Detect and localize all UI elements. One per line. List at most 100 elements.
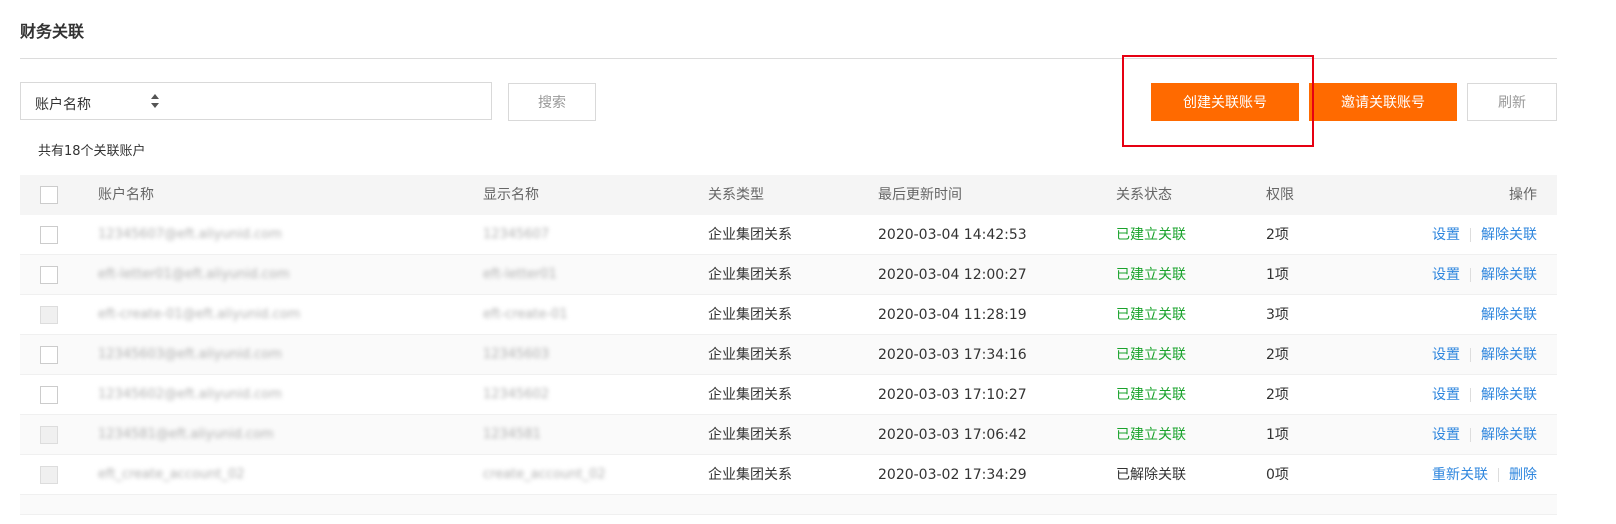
row-op-secondary-link[interactable]: 解除关联 <box>1481 307 1537 323</box>
row-op-primary-link[interactable]: 重新关联 <box>1432 467 1488 483</box>
row-checkbox[interactable] <box>40 346 58 364</box>
permission-cell: 1项 <box>1266 427 1289 443</box>
row-op-secondary-link[interactable]: 解除关联 <box>1481 267 1537 283</box>
op-separator <box>1470 268 1471 282</box>
relation-status-cell: 已建立关联 <box>1116 427 1186 443</box>
select-label: 账户名称 <box>35 97 91 113</box>
display-name-cell: 12345602 <box>483 387 550 402</box>
display-name-cell: create_account_02 <box>483 467 606 482</box>
operations-cell: 设置 解除关联 <box>1432 335 1537 375</box>
sort-arrows-icon <box>151 94 159 108</box>
relation-status-cell: 已建立关联 <box>1116 267 1186 283</box>
updated-time-cell: 2020-03-03 17:10:27 <box>878 387 1027 403</box>
permission-cell: 3项 <box>1266 307 1289 323</box>
column-header: 最后更新时间 <box>878 187 962 203</box>
op-separator <box>1470 348 1471 362</box>
operations-cell: 设置 解除关联 <box>1432 375 1537 415</box>
row-checkbox[interactable] <box>40 226 58 244</box>
permission-cell: 2项 <box>1266 387 1289 403</box>
row-op-primary-link[interactable]: 设置 <box>1432 387 1460 403</box>
table-row-partial <box>20 495 1557 515</box>
permission-cell: 0项 <box>1266 467 1289 483</box>
permission-cell: 2项 <box>1266 347 1289 363</box>
op-separator <box>1470 388 1471 402</box>
title-divider <box>20 58 1557 59</box>
display-name-cell: 12345607 <box>483 227 550 242</box>
row-checkbox[interactable] <box>40 266 58 284</box>
relation-status-cell: 已建立关联 <box>1116 387 1186 403</box>
table-row: 12345607@eft.aliyunid.com 12345607 企业集团关系 2… <box>20 215 1557 255</box>
operations-cell: 解除关联 <box>1481 295 1537 335</box>
table-row: eft-create-01@eft.aliyunid.com eft-create… <box>20 295 1557 335</box>
row-op-secondary-link[interactable]: 删除 <box>1509 467 1537 483</box>
column-header: 显示名称 <box>483 187 539 203</box>
table-row: eft-letter01@eft.aliyunid.com eft-letter0… <box>20 255 1557 295</box>
display-name-cell: eft-create-01 <box>483 307 568 322</box>
create-linked-account-button[interactable]: 创建关联账号 <box>1151 83 1299 121</box>
updated-time-cell: 2020-03-04 11:28:19 <box>878 307 1027 323</box>
op-separator <box>1498 468 1499 482</box>
column-header: 账户名称 <box>98 187 154 203</box>
search-button[interactable]: 搜索 <box>508 83 596 121</box>
row-checkbox[interactable] <box>40 466 58 484</box>
refresh-button[interactable]: 刷新 <box>1467 83 1557 121</box>
relation-type-cell: 企业集团关系 <box>708 467 792 483</box>
updated-time-cell: 2020-03-03 17:06:42 <box>878 427 1027 443</box>
invite-linked-account-button[interactable]: 邀请关联账号 <box>1309 83 1457 121</box>
row-checkbox[interactable] <box>40 306 58 324</box>
table-row: 1234581@eft.aliyunid.com 1234581 企业集团关系 202… <box>20 415 1557 455</box>
updated-time-cell: 2020-03-04 14:42:53 <box>878 227 1027 243</box>
op-separator <box>1470 428 1471 442</box>
operations-cell: 设置 解除关联 <box>1432 215 1537 255</box>
relation-type-cell: 企业集团关系 <box>708 427 792 443</box>
relation-type-cell: 企业集团关系 <box>708 267 792 283</box>
updated-time-cell: 2020-03-04 12:00:27 <box>878 267 1027 283</box>
operations-cell: 设置 解除关联 <box>1432 415 1537 455</box>
account-name-cell: 12345607@eft.aliyunid.com <box>98 227 282 242</box>
relation-type-cell: 企业集团关系 <box>708 307 792 323</box>
column-header: 操作 <box>1509 187 1537 203</box>
row-op-primary-link[interactable]: 设置 <box>1432 267 1460 283</box>
row-op-secondary-link[interactable]: 解除关联 <box>1481 347 1537 363</box>
op-separator <box>1470 228 1471 242</box>
row-checkbox[interactable] <box>40 386 58 404</box>
table-body: 12345607@eft.aliyunid.com 12345607 企业集团关系 2… <box>20 215 1557 515</box>
relation-status-cell: 已建立关联 <box>1116 347 1186 363</box>
linked-accounts-table: 账户名称 显示名称 关系类型 最后更新时间 关系状态 权限 操作 1234560… <box>20 175 1557 515</box>
updated-time-cell: 2020-03-03 17:34:16 <box>878 347 1027 363</box>
account-name-select[interactable]: 账户名称 <box>20 82 492 120</box>
column-header: 权限 <box>1266 187 1294 203</box>
account-name-cell: eft_create_account_02 <box>98 467 245 482</box>
operations-cell: 重新关联 删除 <box>1432 455 1537 495</box>
row-op-secondary-link[interactable]: 解除关联 <box>1481 227 1537 243</box>
row-checkbox[interactable] <box>40 426 58 444</box>
row-op-secondary-link[interactable]: 解除关联 <box>1481 387 1537 403</box>
row-op-secondary-link[interactable]: 解除关联 <box>1481 427 1537 443</box>
row-op-primary-link[interactable]: 设置 <box>1432 227 1460 243</box>
display-name-cell: 12345603 <box>483 347 550 362</box>
page-title: 财务关联 <box>20 22 85 41</box>
relation-status-cell: 已建立关联 <box>1116 227 1186 243</box>
account-name-cell: 1234581@eft.aliyunid.com <box>98 427 274 442</box>
display-name-cell: 1234581 <box>483 427 541 442</box>
table-row: 12345602@eft.aliyunid.com 12345602 企业集团关系 2… <box>20 375 1557 415</box>
display-name-cell: eft-letter01 <box>483 267 557 282</box>
account-name-cell: 12345603@eft.aliyunid.com <box>98 347 282 362</box>
account-name-cell: eft-letter01@eft.aliyunid.com <box>98 267 290 282</box>
table-header: 账户名称 显示名称 关系类型 最后更新时间 关系状态 权限 操作 <box>20 175 1557 215</box>
account-name-cell: 12345602@eft.aliyunid.com <box>98 387 282 402</box>
relation-type-cell: 企业集团关系 <box>708 227 792 243</box>
relation-type-cell: 企业集团关系 <box>708 347 792 363</box>
operations-cell: 设置 解除关联 <box>1432 255 1537 295</box>
select-all-checkbox[interactable] <box>40 186 58 204</box>
column-header: 关系状态 <box>1116 187 1172 203</box>
row-op-primary-link[interactable]: 设置 <box>1432 347 1460 363</box>
row-op-primary-link[interactable]: 设置 <box>1432 427 1460 443</box>
relation-status-cell: 已建立关联 <box>1116 307 1186 323</box>
permission-cell: 1项 <box>1266 267 1289 283</box>
relation-type-cell: 企业集团关系 <box>708 387 792 403</box>
relation-status-cell: 已解除关联 <box>1116 467 1186 483</box>
account-name-cell: eft-create-01@eft.aliyunid.com <box>98 307 301 322</box>
updated-time-cell: 2020-03-02 17:34:29 <box>878 467 1027 483</box>
permission-cell: 2项 <box>1266 227 1289 243</box>
